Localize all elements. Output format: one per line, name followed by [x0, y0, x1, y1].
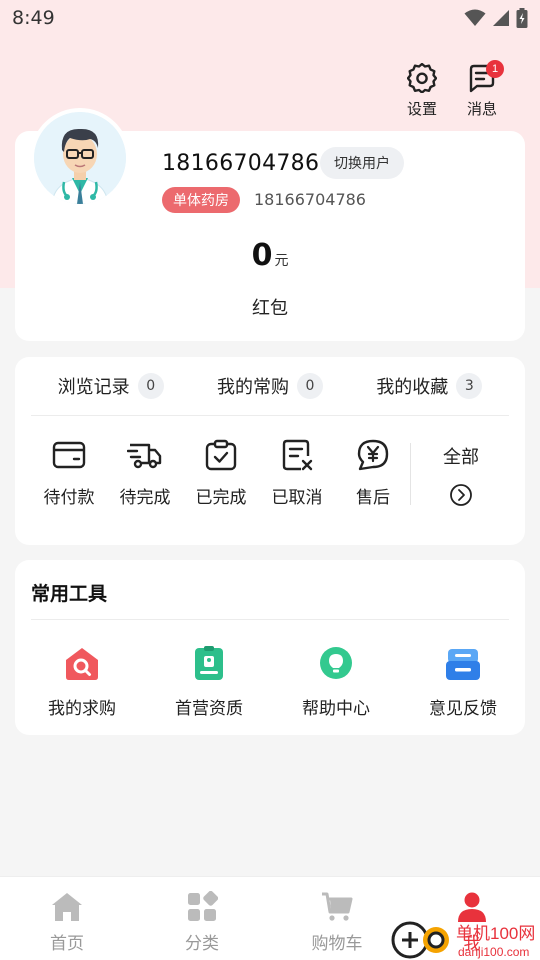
tool-my-requests[interactable]: 我的求购 [22, 646, 142, 719]
tools-row: 我的求购 首营资质 帮助中心 意见反馈 [15, 646, 525, 719]
search-house-icon [64, 646, 100, 682]
status-bar: 8:49 [0, 0, 540, 36]
tools-title: 常用工具 [31, 583, 108, 605]
stat-count: 0 [296, 373, 323, 399]
stats-row: 浏览记录 0 我的常购 0 我的收藏 3 [15, 371, 525, 401]
tool-qualifications[interactable]: 首营资质 [149, 646, 269, 719]
message-badge: 1 [486, 60, 504, 78]
cart-icon [321, 891, 353, 923]
delivery-truck-icon [127, 437, 163, 473]
status-time: 8:49 [12, 7, 55, 29]
tab-label: 首页 [50, 934, 84, 954]
order-pending-payment[interactable]: 待付款 [31, 437, 107, 508]
message-icon: 1 [466, 60, 504, 94]
all-orders-button[interactable]: 全部 [430, 443, 492, 507]
inbox-tray-icon [445, 646, 481, 682]
messages-label: 消息 [466, 100, 497, 118]
order-status-row: 待付款 待完成 已完成 已取消 售后 [31, 437, 411, 508]
document-cancel-icon [279, 437, 315, 473]
redpacket-amount[interactable]: 0元 [15, 238, 525, 273]
tool-feedback[interactable]: 意见反馈 [403, 646, 523, 719]
switch-user-button[interactable]: 切换用户 [320, 147, 404, 179]
all-orders-label: 全部 [443, 447, 479, 468]
stat-label: 我的常购 [216, 377, 289, 398]
id-badge-icon [191, 646, 227, 682]
stat-browse-history[interactable]: 浏览记录 0 [58, 371, 164, 401]
stat-label: 我的收藏 [376, 377, 449, 398]
divider [410, 443, 411, 505]
stat-frequent-buys[interactable]: 我的常购 0 [217, 371, 323, 401]
watermark: 单机100网 danji100.com [390, 915, 540, 960]
stat-count: 0 [137, 373, 164, 399]
settings-button[interactable]: 设置 [404, 62, 440, 119]
account-number: 18166704786 [254, 190, 366, 209]
doctor-avatar-icon [34, 112, 126, 204]
watermark-url: danji100.com [458, 945, 529, 959]
order-label: 待付款 [43, 488, 95, 508]
order-to-complete[interactable]: 待完成 [107, 437, 183, 508]
yuan-chat-icon [355, 437, 391, 473]
order-after-sales[interactable]: 售后 [335, 437, 411, 508]
lightbulb-icon [318, 646, 354, 682]
home-icon [51, 891, 83, 923]
tab-home[interactable]: 首页 [22, 891, 112, 954]
common-tools-card: 常用工具 我的求购 首营资质 帮助中心 意见反馈 [15, 560, 525, 735]
tab-label: 分类 [185, 934, 219, 954]
redpacket-unit: 元 [274, 253, 289, 269]
messages-button[interactable]: 1 消息 [464, 60, 504, 119]
battery-icon [516, 8, 528, 28]
stat-favorites[interactable]: 我的收藏 3 [376, 371, 483, 401]
user-phone: 18166704786 [162, 151, 320, 176]
order-label: 售后 [356, 488, 390, 508]
avatar[interactable] [30, 108, 130, 208]
redpacket-label[interactable]: 红包 [15, 294, 525, 320]
tab-categories[interactable]: 分类 [157, 890, 247, 954]
watermark-site: 单机100网 [456, 924, 535, 943]
tool-help-center[interactable]: 帮助中心 [276, 646, 396, 719]
tool-label: 首营资质 [175, 699, 243, 719]
tool-label: 意见反馈 [429, 699, 497, 719]
order-label: 待完成 [119, 488, 171, 508]
stat-label: 浏览记录 [57, 377, 130, 398]
gear-icon [406, 62, 438, 94]
tool-label: 帮助中心 [302, 699, 370, 719]
redpacket-value: 0 [251, 238, 273, 273]
stat-count: 3 [456, 373, 483, 399]
tab-cart[interactable]: 购物车 [292, 891, 382, 954]
header-actions: 设置 1 消息 [404, 60, 504, 119]
order-cancelled[interactable]: 已取消 [259, 437, 335, 508]
order-label: 已取消 [271, 488, 323, 508]
divider [31, 619, 509, 620]
settings-label: 设置 [406, 100, 437, 118]
chevron-right-circle-icon [449, 483, 473, 507]
order-label: 已完成 [195, 488, 247, 508]
divider [31, 415, 509, 416]
wifi-icon [464, 9, 486, 26]
tool-label: 我的求购 [48, 699, 116, 719]
order-completed[interactable]: 已完成 [183, 437, 259, 508]
clipboard-check-icon [203, 437, 239, 473]
store-type-badge: 单体药房 [162, 187, 240, 213]
grid-icon [186, 890, 219, 923]
tab-label: 购物车 [311, 934, 363, 954]
orders-card: 浏览记录 0 我的常购 0 我的收藏 3 待付款 待完成 已完成 已取消 售后 … [15, 357, 525, 545]
wallet-icon [51, 437, 87, 473]
status-icons [464, 8, 528, 28]
signal-icon [493, 10, 509, 26]
